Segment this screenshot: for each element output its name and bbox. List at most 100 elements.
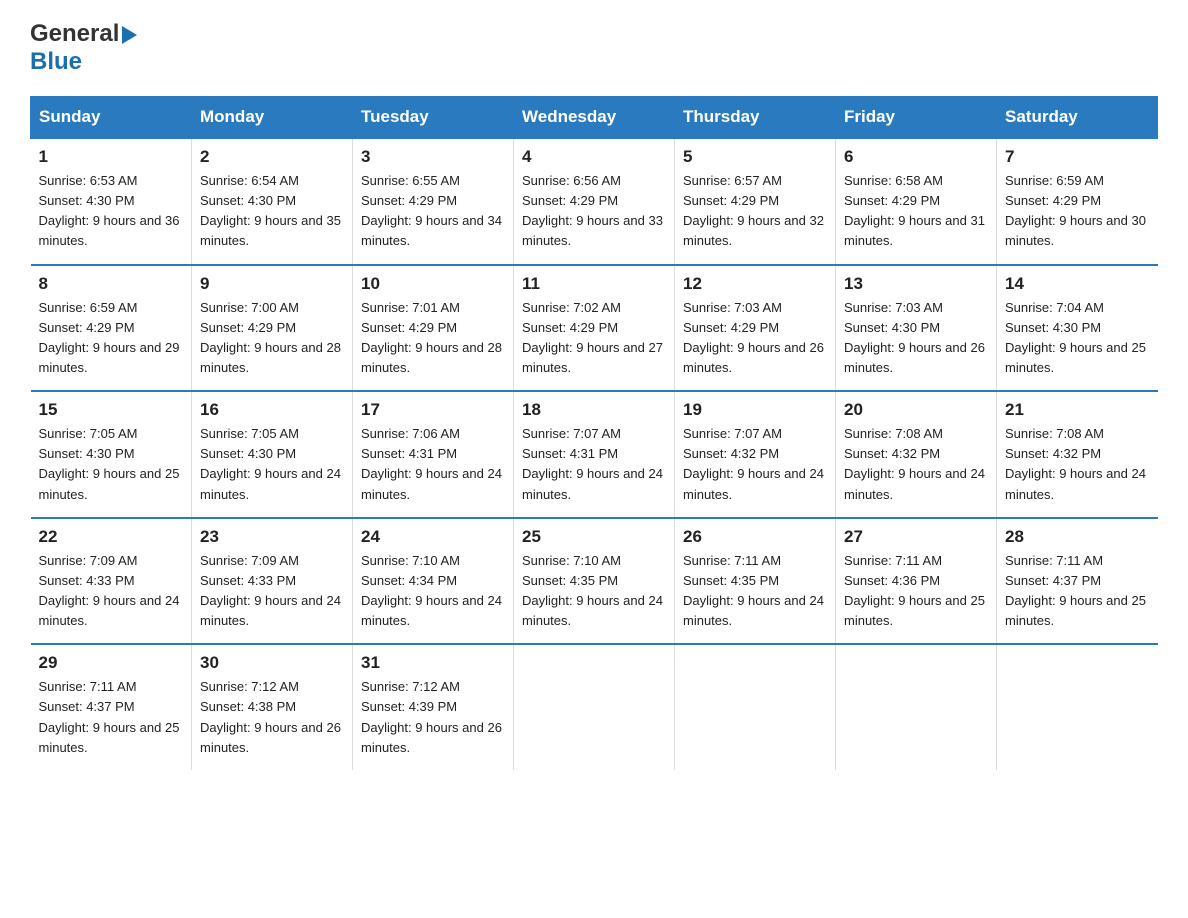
day-info: Sunrise: 7:06 AMSunset: 4:31 PMDaylight:… (361, 426, 502, 501)
calendar-cell (675, 644, 836, 770)
day-info: Sunrise: 7:07 AMSunset: 4:31 PMDaylight:… (522, 426, 663, 501)
day-info: Sunrise: 7:02 AMSunset: 4:29 PMDaylight:… (522, 300, 663, 375)
weekday-header-thursday: Thursday (675, 97, 836, 139)
day-info: Sunrise: 7:10 AMSunset: 4:35 PMDaylight:… (522, 553, 663, 628)
calendar-cell: 6 Sunrise: 6:58 AMSunset: 4:29 PMDayligh… (836, 138, 997, 265)
day-number: 13 (844, 274, 988, 294)
day-info: Sunrise: 7:11 AMSunset: 4:37 PMDaylight:… (39, 679, 180, 754)
calendar-cell: 7 Sunrise: 6:59 AMSunset: 4:29 PMDayligh… (997, 138, 1158, 265)
day-info: Sunrise: 7:09 AMSunset: 4:33 PMDaylight:… (39, 553, 180, 628)
day-number: 2 (200, 147, 344, 167)
calendar-cell: 19 Sunrise: 7:07 AMSunset: 4:32 PMDaylig… (675, 391, 836, 518)
day-number: 18 (522, 400, 666, 420)
weekday-header-row: SundayMondayTuesdayWednesdayThursdayFrid… (31, 97, 1158, 139)
weekday-header-saturday: Saturday (997, 97, 1158, 139)
day-info: Sunrise: 7:03 AMSunset: 4:29 PMDaylight:… (683, 300, 824, 375)
weekday-header-tuesday: Tuesday (353, 97, 514, 139)
page-header: General Blue (30, 20, 1158, 76)
calendar-cell: 28 Sunrise: 7:11 AMSunset: 4:37 PMDaylig… (997, 518, 1158, 645)
day-info: Sunrise: 7:05 AMSunset: 4:30 PMDaylight:… (39, 426, 180, 501)
day-number: 21 (1005, 400, 1150, 420)
weekday-header-friday: Friday (836, 97, 997, 139)
weekday-header-monday: Monday (192, 97, 353, 139)
day-info: Sunrise: 7:03 AMSunset: 4:30 PMDaylight:… (844, 300, 985, 375)
day-number: 17 (361, 400, 505, 420)
calendar-cell: 17 Sunrise: 7:06 AMSunset: 4:31 PMDaylig… (353, 391, 514, 518)
calendar-week-4: 22 Sunrise: 7:09 AMSunset: 4:33 PMDaylig… (31, 518, 1158, 645)
day-info: Sunrise: 6:55 AMSunset: 4:29 PMDaylight:… (361, 173, 502, 248)
day-number: 31 (361, 653, 505, 673)
day-number: 9 (200, 274, 344, 294)
day-number: 27 (844, 527, 988, 547)
logo-general: General (30, 20, 119, 48)
day-info: Sunrise: 7:07 AMSunset: 4:32 PMDaylight:… (683, 426, 824, 501)
day-info: Sunrise: 7:12 AMSunset: 4:38 PMDaylight:… (200, 679, 341, 754)
day-info: Sunrise: 7:04 AMSunset: 4:30 PMDaylight:… (1005, 300, 1146, 375)
day-info: Sunrise: 6:58 AMSunset: 4:29 PMDaylight:… (844, 173, 985, 248)
calendar-cell: 1 Sunrise: 6:53 AMSunset: 4:30 PMDayligh… (31, 138, 192, 265)
day-number: 29 (39, 653, 184, 673)
day-number: 23 (200, 527, 344, 547)
calendar-cell: 10 Sunrise: 7:01 AMSunset: 4:29 PMDaylig… (353, 265, 514, 392)
calendar-cell: 2 Sunrise: 6:54 AMSunset: 4:30 PMDayligh… (192, 138, 353, 265)
day-info: Sunrise: 7:00 AMSunset: 4:29 PMDaylight:… (200, 300, 341, 375)
day-info: Sunrise: 7:08 AMSunset: 4:32 PMDaylight:… (844, 426, 985, 501)
calendar-cell: 25 Sunrise: 7:10 AMSunset: 4:35 PMDaylig… (514, 518, 675, 645)
day-number: 10 (361, 274, 505, 294)
day-number: 16 (200, 400, 344, 420)
calendar-table: SundayMondayTuesdayWednesdayThursdayFrid… (30, 96, 1158, 770)
day-number: 4 (522, 147, 666, 167)
calendar-week-5: 29 Sunrise: 7:11 AMSunset: 4:37 PMDaylig… (31, 644, 1158, 770)
day-number: 6 (844, 147, 988, 167)
weekday-header-wednesday: Wednesday (514, 97, 675, 139)
day-number: 3 (361, 147, 505, 167)
day-info: Sunrise: 7:10 AMSunset: 4:34 PMDaylight:… (361, 553, 502, 628)
day-number: 14 (1005, 274, 1150, 294)
calendar-cell: 20 Sunrise: 7:08 AMSunset: 4:32 PMDaylig… (836, 391, 997, 518)
logo: General Blue (30, 20, 137, 76)
calendar-cell: 22 Sunrise: 7:09 AMSunset: 4:33 PMDaylig… (31, 518, 192, 645)
day-number: 22 (39, 527, 184, 547)
calendar-week-1: 1 Sunrise: 6:53 AMSunset: 4:30 PMDayligh… (31, 138, 1158, 265)
day-number: 26 (683, 527, 827, 547)
day-info: Sunrise: 6:59 AMSunset: 4:29 PMDaylight:… (1005, 173, 1146, 248)
day-info: Sunrise: 6:59 AMSunset: 4:29 PMDaylight:… (39, 300, 180, 375)
calendar-cell: 5 Sunrise: 6:57 AMSunset: 4:29 PMDayligh… (675, 138, 836, 265)
day-number: 24 (361, 527, 505, 547)
calendar-cell: 4 Sunrise: 6:56 AMSunset: 4:29 PMDayligh… (514, 138, 675, 265)
day-number: 28 (1005, 527, 1150, 547)
day-number: 5 (683, 147, 827, 167)
calendar-cell: 3 Sunrise: 6:55 AMSunset: 4:29 PMDayligh… (353, 138, 514, 265)
calendar-cell: 27 Sunrise: 7:11 AMSunset: 4:36 PMDaylig… (836, 518, 997, 645)
day-number: 1 (39, 147, 184, 167)
day-info: Sunrise: 6:57 AMSunset: 4:29 PMDaylight:… (683, 173, 824, 248)
day-info: Sunrise: 6:53 AMSunset: 4:30 PMDaylight:… (39, 173, 180, 248)
day-info: Sunrise: 7:08 AMSunset: 4:32 PMDaylight:… (1005, 426, 1146, 501)
weekday-header-sunday: Sunday (31, 97, 192, 139)
day-info: Sunrise: 7:11 AMSunset: 4:37 PMDaylight:… (1005, 553, 1146, 628)
day-number: 8 (39, 274, 184, 294)
calendar-cell: 23 Sunrise: 7:09 AMSunset: 4:33 PMDaylig… (192, 518, 353, 645)
calendar-cell: 31 Sunrise: 7:12 AMSunset: 4:39 PMDaylig… (353, 644, 514, 770)
day-info: Sunrise: 7:05 AMSunset: 4:30 PMDaylight:… (200, 426, 341, 501)
calendar-cell: 12 Sunrise: 7:03 AMSunset: 4:29 PMDaylig… (675, 265, 836, 392)
logo-blue: Blue (30, 48, 82, 75)
calendar-cell: 26 Sunrise: 7:11 AMSunset: 4:35 PMDaylig… (675, 518, 836, 645)
calendar-cell (514, 644, 675, 770)
day-number: 25 (522, 527, 666, 547)
calendar-cell: 29 Sunrise: 7:11 AMSunset: 4:37 PMDaylig… (31, 644, 192, 770)
day-info: Sunrise: 6:56 AMSunset: 4:29 PMDaylight:… (522, 173, 663, 248)
calendar-cell: 13 Sunrise: 7:03 AMSunset: 4:30 PMDaylig… (836, 265, 997, 392)
day-info: Sunrise: 7:09 AMSunset: 4:33 PMDaylight:… (200, 553, 341, 628)
day-number: 15 (39, 400, 184, 420)
calendar-cell: 16 Sunrise: 7:05 AMSunset: 4:30 PMDaylig… (192, 391, 353, 518)
calendar-cell: 14 Sunrise: 7:04 AMSunset: 4:30 PMDaylig… (997, 265, 1158, 392)
day-number: 12 (683, 274, 827, 294)
calendar-cell: 30 Sunrise: 7:12 AMSunset: 4:38 PMDaylig… (192, 644, 353, 770)
logo-arrow-icon (122, 26, 137, 44)
day-number: 11 (522, 274, 666, 294)
calendar-week-3: 15 Sunrise: 7:05 AMSunset: 4:30 PMDaylig… (31, 391, 1158, 518)
calendar-cell: 18 Sunrise: 7:07 AMSunset: 4:31 PMDaylig… (514, 391, 675, 518)
day-info: Sunrise: 6:54 AMSunset: 4:30 PMDaylight:… (200, 173, 341, 248)
day-number: 19 (683, 400, 827, 420)
